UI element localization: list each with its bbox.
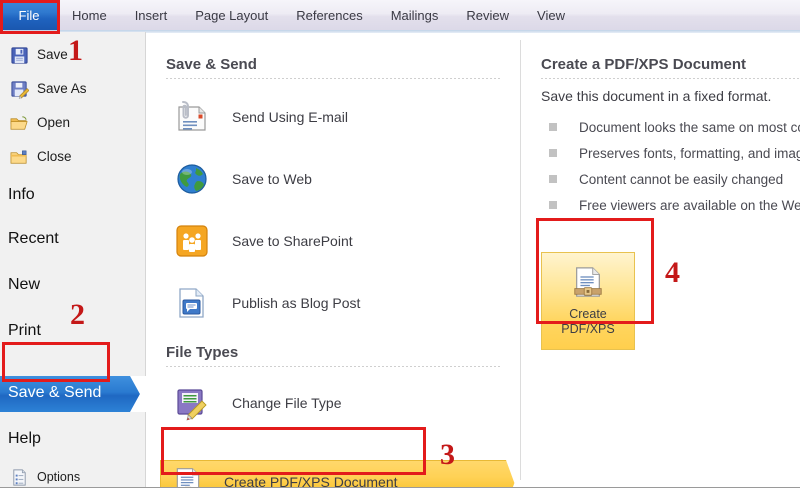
tab-page-layout[interactable]: Page Layout <box>181 0 282 31</box>
close-folder-icon <box>10 148 29 167</box>
backstage-sidebar: Save Save As Open Close Info Recent New … <box>0 32 146 487</box>
sidebar-item-label: New <box>8 276 41 293</box>
section-heading-save-send: Save & Send <box>166 56 257 73</box>
create-pdf-panel: Create a PDF/XPS Document Save this docu… <box>521 32 800 487</box>
bullet-square-icon <box>549 149 557 157</box>
tab-file[interactable]: File <box>0 0 58 31</box>
section-rule <box>541 78 800 79</box>
selection-notch <box>130 376 146 412</box>
sidebar-item-new[interactable]: New <box>0 270 146 300</box>
list-item: Preserves fonts, formatting, and images <box>549 140 800 166</box>
sidebar-item-label: Save & Send <box>8 384 102 401</box>
tab-insert[interactable]: Insert <box>121 0 182 31</box>
bullet-square-icon <box>549 123 557 131</box>
window-bottom-edge <box>0 487 800 500</box>
list-item-label: Preserves fonts, formatting, and images <box>579 145 800 161</box>
sidebar-item-label: Close <box>37 149 72 165</box>
sidebar-item-help[interactable]: Help <box>0 424 146 454</box>
section-heading-file-types: File Types <box>166 344 239 361</box>
save-and-send-panel: Save & Send Send Using E-mail Save to We… <box>146 32 521 500</box>
sidebar-item-open[interactable]: Open <box>0 108 146 138</box>
open-folder-icon <box>10 114 29 133</box>
list-item-label: Free viewers are available on the Web <box>579 197 800 213</box>
tab-references[interactable]: References <box>282 0 376 31</box>
list-item-label: Document looks the same on most computer… <box>579 119 800 135</box>
section-rule <box>166 78 502 79</box>
tab-home[interactable]: Home <box>58 0 121 31</box>
create-pdf-xps-button[interactable]: Create PDF/XPS <box>541 252 635 350</box>
sidebar-item-close[interactable]: Close <box>0 142 146 172</box>
sidebar-item-label: Print <box>8 322 41 339</box>
create-button-line1: Create <box>569 307 607 321</box>
benefits-list: Document looks the same on most computer… <box>549 114 800 218</box>
ribbon-tab-bar: File Home Insert Page Layout References … <box>0 0 800 33</box>
list-item: Free viewers are available on the Web <box>549 192 800 218</box>
sidebar-item-info[interactable]: Info <box>0 180 146 210</box>
list-item-label: Content cannot be easily changed <box>579 171 784 187</box>
sidebar-item-save-and-send[interactable]: Save & Send <box>0 376 146 412</box>
sidebar-item-save-as[interactable]: Save As <box>0 74 146 104</box>
options-icon <box>10 468 29 487</box>
save-as-icon <box>10 80 29 99</box>
bullet-square-icon <box>549 175 557 183</box>
section-rule <box>166 366 502 367</box>
annotation-number-3: 3 <box>440 438 455 471</box>
sidebar-item-recent[interactable]: Recent <box>0 224 146 254</box>
sharepoint-icon <box>174 223 210 259</box>
option-publish-as-blog-post[interactable]: Publish as Blog Post <box>160 280 500 326</box>
option-label: Save to SharePoint <box>232 233 353 249</box>
sidebar-item-label: Info <box>8 186 35 203</box>
tab-mailings[interactable]: Mailings <box>377 0 453 31</box>
sidebar-item-label: Open <box>37 115 71 131</box>
tab-review[interactable]: Review <box>452 0 523 31</box>
floppy-pencil-icon <box>174 385 210 421</box>
backstage-view: File Home Insert Page Layout References … <box>0 0 800 500</box>
create-button-line2: PDF/XPS <box>561 322 615 336</box>
sidebar-item-label: Save <box>37 47 68 63</box>
list-item: Content cannot be easily changed <box>549 166 800 192</box>
envelope-attachment-icon <box>174 99 210 135</box>
panel-title: Create a PDF/XPS Document <box>541 56 747 73</box>
option-save-to-sharepoint[interactable]: Save to SharePoint <box>160 218 500 264</box>
option-label: Send Using E-mail <box>232 109 348 125</box>
option-send-using-email[interactable]: Send Using E-mail <box>160 94 500 140</box>
sidebar-item-label: Help <box>8 430 41 447</box>
ribbon-tabs: File Home Insert Page Layout References … <box>0 0 579 31</box>
blog-document-icon <box>174 285 210 321</box>
annotation-number-2: 2 <box>70 298 85 331</box>
bullet-square-icon <box>549 201 557 209</box>
option-label: Save to Web <box>232 171 312 187</box>
sidebar-item-label: Options <box>37 469 81 484</box>
floppy-disk-icon <box>10 46 29 65</box>
pdf-document-icon <box>571 265 605 299</box>
sidebar-item-label: Save As <box>37 81 87 97</box>
panel-description: Save this document in a fixed format. <box>541 88 772 104</box>
option-label: Publish as Blog Post <box>232 295 361 311</box>
option-label: Change File Type <box>232 395 342 411</box>
annotation-number-1: 1 <box>68 34 83 67</box>
sidebar-item-label: Recent <box>8 230 59 247</box>
tab-view[interactable]: View <box>523 0 579 31</box>
annotation-number-4: 4 <box>665 256 680 289</box>
globe-icon <box>174 161 210 197</box>
option-save-to-web[interactable]: Save to Web <box>160 156 500 202</box>
list-item: Document looks the same on most computer… <box>549 114 800 140</box>
option-change-file-type[interactable]: Change File Type <box>160 380 500 426</box>
